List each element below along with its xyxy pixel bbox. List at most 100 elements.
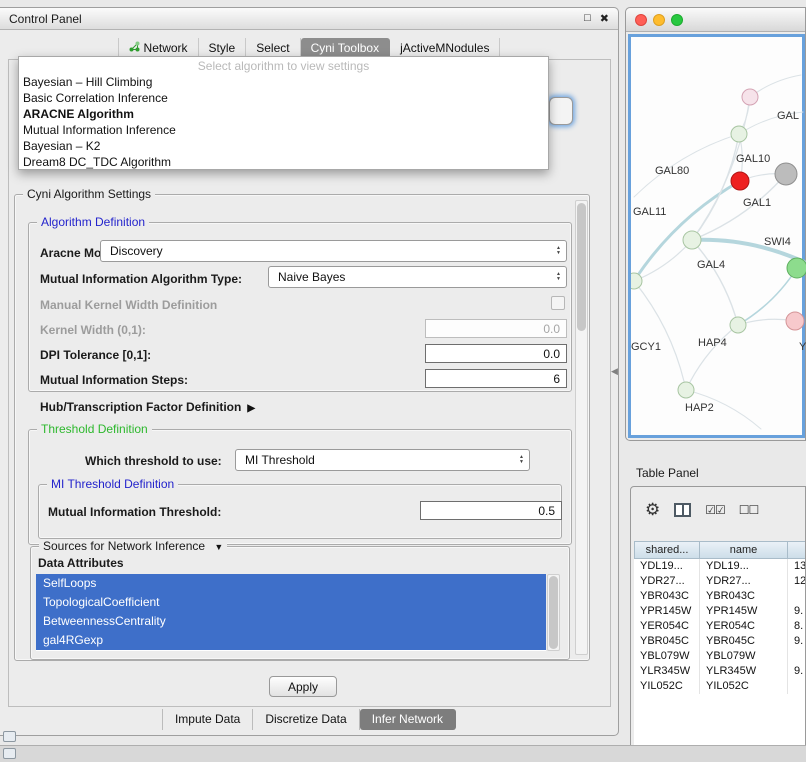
network-node[interactable]: [731, 172, 749, 190]
mi-steps-field[interactable]: [425, 369, 567, 388]
scrollbar-thumb[interactable]: [549, 576, 558, 649]
algorithm-option[interactable]: Bayesian – Hill Climbing: [19, 74, 548, 90]
gear-icon[interactable]: ⚙: [645, 500, 660, 520]
scrollbar-thumb[interactable]: [577, 203, 586, 331]
network-edge[interactable]: [692, 97, 750, 240]
mi-type-select[interactable]: Naive Bayes ▲ ▼: [268, 266, 567, 288]
network-node[interactable]: [631, 273, 642, 289]
column-header[interactable]: shared...: [634, 541, 700, 559]
mi-threshold-field[interactable]: [420, 501, 562, 520]
mi-threshold-group-title: MI Threshold Definition: [47, 477, 178, 491]
tab-impute-data[interactable]: Impute Data: [162, 709, 253, 730]
tab-discretize-data[interactable]: Discretize Data: [253, 709, 359, 730]
data-attribute-item[interactable]: SelfLoops: [36, 574, 546, 593]
apply-button[interactable]: Apply: [269, 676, 337, 697]
network-edge[interactable]: [692, 240, 738, 325]
dpi-tolerance-field[interactable]: [425, 344, 567, 363]
network-node[interactable]: [683, 231, 701, 249]
table-row[interactable]: YPR145WYPR145W9.: [634, 604, 805, 619]
table-row[interactable]: YLR345WYLR345W9.: [634, 664, 805, 679]
network-edge[interactable]: [634, 281, 686, 390]
table-row[interactable]: YIL052CYIL052C: [634, 679, 805, 694]
table-cell: 9.: [788, 664, 805, 679]
network-view-window: GALGAL80GAL10GAL11GAL1SWI4GAL4GCY1HAP4YH…: [625, 7, 806, 441]
network-graph: GALGAL80GAL10GAL11GAL1SWI4GAL4GCY1HAP4YH…: [631, 37, 806, 437]
table-cell: YIL052C: [700, 679, 788, 694]
network-edge[interactable]: [686, 325, 738, 390]
column-header[interactable]: [788, 541, 805, 559]
table-cell: 13: [788, 559, 805, 574]
tab-label: Style: [209, 41, 236, 55]
deselect-all-icon[interactable]: ☐☐: [739, 503, 759, 517]
data-attributes-list[interactable]: SelfLoopsTopologicalCoefficientBetweenne…: [36, 574, 546, 651]
network-node[interactable]: [786, 312, 804, 330]
panel-resize-handle[interactable]: ◀: [611, 366, 618, 377]
table-row[interactable]: YBR045CYBR045C9.: [634, 634, 805, 649]
data-attribute-item[interactable]: TopologicalCoefficient: [36, 593, 546, 612]
collapsed-arrow-icon: ▶: [247, 403, 255, 414]
aracne-mode-select[interactable]: Discovery ▲ ▼: [100, 240, 567, 262]
table-cell: YPR145W: [700, 604, 788, 619]
zoom-traffic-light[interactable]: [671, 14, 683, 26]
minimized-panel-icon[interactable]: [3, 731, 16, 742]
data-attribute-item[interactable]: BetweennessCentrality: [36, 612, 546, 631]
table-cell: YBL079W: [700, 649, 788, 664]
kernel-width-field[interactable]: [425, 319, 567, 338]
table-cell: [788, 649, 805, 664]
minimized-panel-icon[interactable]: [3, 748, 16, 759]
node-label: GCY1: [631, 341, 661, 353]
table-row[interactable]: YDL19...YDL19...13: [634, 559, 805, 574]
settings-scrollbar[interactable]: [575, 200, 588, 655]
which-threshold-label: Which threshold to use:: [85, 454, 222, 468]
table-panel-title: Table Panel: [636, 466, 699, 480]
combo-down-icon: ▼: [519, 460, 524, 465]
algorithm-option[interactable]: Dream8 DC_TDC Algorithm: [19, 154, 548, 170]
algorithm-option[interactable]: ARACNE Algorithm: [19, 106, 548, 122]
table-row[interactable]: YDR27...YDR27...12: [634, 574, 805, 589]
data-attribute-item[interactable]: gal4RGexp: [36, 631, 546, 650]
table-panel-window: ⚙ ☑☑ ☐☐ shared...name YDL19...YDL19...13…: [630, 486, 806, 762]
network-node[interactable]: [678, 382, 694, 398]
algorithm-placeholder: Select algorithm to view settings: [19, 57, 548, 74]
close-icon[interactable]: ✖: [600, 12, 609, 25]
table-row[interactable]: YBL079WYBL079W: [634, 649, 805, 664]
table-cell: YIL052C: [634, 679, 700, 694]
table-row[interactable]: YER054CYER054C8.: [634, 619, 805, 634]
column-header[interactable]: name: [700, 541, 788, 559]
focused-button-fragment[interactable]: [549, 97, 573, 125]
network-canvas[interactable]: GALGAL80GAL10GAL11GAL1SWI4GAL4GCY1HAP4YH…: [628, 34, 805, 438]
network-node[interactable]: [787, 258, 806, 278]
table-cell: 9.: [788, 634, 805, 649]
node-label: HAP2: [685, 402, 714, 414]
expanded-arrow-icon: ▼: [214, 542, 223, 552]
sources-title[interactable]: Sources for Network Inference ▼: [39, 539, 227, 553]
node-label: GAL80: [655, 165, 689, 177]
which-threshold-select[interactable]: MI Threshold ▲ ▼: [235, 449, 530, 471]
node-label: GAL: [777, 110, 799, 122]
network-node[interactable]: [730, 317, 746, 333]
select-all-icon[interactable]: ☑☑: [705, 503, 725, 517]
algorithm-options-list: Bayesian – Hill ClimbingBasic Correlatio…: [19, 74, 548, 170]
table-row[interactable]: YBR043CYBR043C: [634, 589, 805, 604]
network-node[interactable]: [731, 126, 747, 142]
close-traffic-light[interactable]: [635, 14, 647, 26]
algorithm-option[interactable]: Mutual Information Inference: [19, 122, 548, 138]
table-cell: YER054C: [700, 619, 788, 634]
sources-title-label: Sources for Network Inference: [43, 539, 205, 553]
attribute-list-scrollbar[interactable]: [547, 574, 560, 651]
minimize-traffic-light[interactable]: [653, 14, 665, 26]
network-node[interactable]: [742, 89, 758, 105]
network-node[interactable]: [775, 163, 797, 185]
threshold-definition-title: Threshold Definition: [37, 422, 152, 436]
combo-arrows-icon: ▲ ▼: [556, 272, 561, 282]
hub-section-toggle[interactable]: Hub/Transcription Factor Definition▶: [40, 400, 255, 414]
float-window-icon[interactable]: □: [584, 12, 591, 25]
algorithm-option[interactable]: Basic Correlation Inference: [19, 90, 548, 106]
algorithm-option[interactable]: Bayesian – K2: [19, 138, 548, 154]
network-tab-icon: [129, 41, 140, 55]
columns-icon[interactable]: [674, 503, 691, 517]
network-edge[interactable]: [634, 240, 692, 281]
tab-infer-network[interactable]: Infer Network: [360, 709, 456, 730]
manual-kernel-checkbox[interactable]: [551, 296, 565, 310]
bottom-status-strip: [0, 745, 806, 762]
